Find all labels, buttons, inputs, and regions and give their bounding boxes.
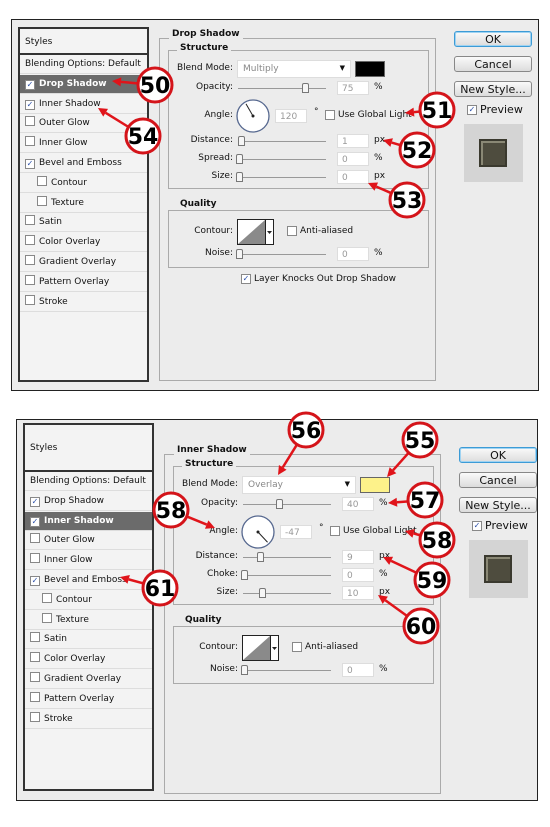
arrow xyxy=(281,444,298,469)
callout-50: 50 xyxy=(112,66,174,104)
callout-51: 51 xyxy=(405,91,456,129)
callout-52: 52 xyxy=(383,131,436,169)
arrow xyxy=(413,532,421,537)
callout-58: 58 xyxy=(152,491,215,529)
callout-56: 56 xyxy=(278,411,325,475)
arrow xyxy=(187,515,208,526)
arrow xyxy=(392,452,409,472)
callout-number: 57 xyxy=(410,489,441,514)
callout-54: 54 xyxy=(98,108,162,155)
tutorial-screenshot: Styles Blending Options: Default ✓ Drop Sha… xyxy=(0,0,550,827)
callout-57: 57 xyxy=(388,481,444,519)
callout-number: 59 xyxy=(417,569,448,594)
callout-number: 52 xyxy=(402,139,433,164)
callout-61: 61 xyxy=(120,569,179,607)
callout-number: 50 xyxy=(140,74,171,99)
arrow xyxy=(391,141,401,147)
callout-number: 55 xyxy=(405,429,436,454)
arrow-head-icon xyxy=(405,529,415,538)
callout-number: 60 xyxy=(406,615,437,640)
arrow xyxy=(104,111,129,128)
arrow xyxy=(128,578,143,585)
callout-number: 54 xyxy=(128,125,159,150)
callout-60: 60 xyxy=(378,595,440,645)
callout-58: 58 xyxy=(405,521,456,559)
arrow xyxy=(390,559,417,574)
arrow xyxy=(120,80,138,85)
callout-number: 61 xyxy=(145,577,176,602)
arrow xyxy=(396,500,408,504)
arrow-head-icon xyxy=(388,497,398,507)
callout-55: 55 xyxy=(387,421,439,477)
callout-number: 58 xyxy=(422,529,453,554)
callout-59: 59 xyxy=(383,556,451,599)
arrow-head-icon xyxy=(120,575,130,584)
callout-53: 53 xyxy=(368,181,426,219)
callout-number: 53 xyxy=(392,189,423,214)
callout-overlay: 50 54 51 52 53 56 55 57 58 58 59 60 61 xyxy=(98,66,456,645)
arrow-head-icon xyxy=(112,77,122,87)
arrow xyxy=(384,599,408,617)
arrow-head-icon xyxy=(405,107,415,117)
callout-number: 56 xyxy=(291,419,322,444)
arrow-head-icon xyxy=(383,138,393,147)
arrow xyxy=(375,185,391,194)
callout-number: 58 xyxy=(156,499,187,524)
callout-number: 51 xyxy=(422,99,453,124)
